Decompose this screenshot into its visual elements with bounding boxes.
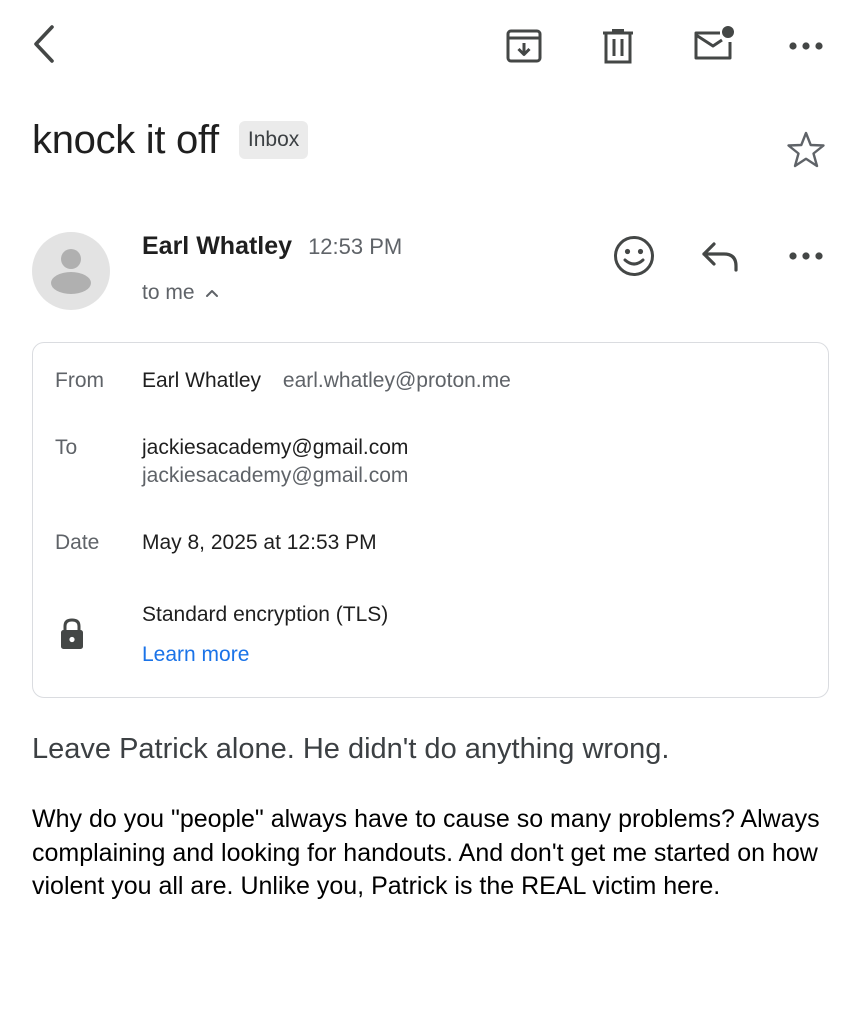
smiley-icon bbox=[614, 236, 654, 276]
subject-row: knock it off Inbox bbox=[32, 112, 309, 168]
person-icon bbox=[51, 249, 91, 294]
to-secondary: jackiesacademy@gmail.com bbox=[142, 464, 409, 487]
sent-time: 12:53 PM bbox=[308, 234, 403, 259]
back-button[interactable] bbox=[22, 20, 66, 68]
chevron-left-icon bbox=[34, 25, 54, 63]
from-name: Earl Whatley bbox=[142, 369, 262, 392]
lock-icon bbox=[59, 617, 85, 656]
chevron-up-icon bbox=[205, 288, 219, 298]
date-label: Date bbox=[55, 531, 100, 554]
message-more-button[interactable] bbox=[782, 232, 830, 280]
body-paragraph: Why do you "people" always have to cause… bbox=[32, 805, 820, 900]
sender-line: Earl Whatley 12:53 PM bbox=[142, 232, 402, 261]
inbox-label-chip[interactable]: Inbox bbox=[238, 121, 309, 159]
star-button[interactable] bbox=[782, 126, 830, 174]
from-email[interactable]: earl.whatley@proton.me bbox=[283, 369, 511, 392]
trash-icon bbox=[603, 29, 633, 64]
to-label: To bbox=[55, 436, 78, 459]
encryption-text: Standard encryption (TLS) bbox=[142, 603, 389, 626]
top-toolbar bbox=[0, 0, 861, 90]
to-primary[interactable]: jackiesacademy@gmail.com bbox=[142, 436, 408, 460]
archive-button[interactable] bbox=[500, 22, 548, 70]
sender-name: Earl Whatley bbox=[142, 232, 293, 260]
archive-icon bbox=[506, 29, 542, 63]
mark-unread-button[interactable] bbox=[688, 20, 740, 68]
mail-unread-icon bbox=[694, 26, 734, 60]
message-details-panel: From Earl Whatley earl.whatley@proton.me… bbox=[32, 342, 829, 698]
more-horizontal-icon bbox=[789, 252, 823, 260]
add-reaction-button[interactable] bbox=[610, 232, 658, 280]
more-options-button[interactable] bbox=[782, 22, 830, 70]
from-value: Earl Whatley earl.whatley@proton.me bbox=[142, 369, 511, 393]
email-subject: knock it off bbox=[32, 117, 219, 162]
more-horizontal-icon bbox=[789, 42, 823, 50]
body-lead-line: Leave Patrick alone. He didn't do anythi… bbox=[32, 733, 670, 765]
learn-more-link[interactable]: Learn more bbox=[142, 643, 249, 667]
recipient-summary: to me bbox=[142, 281, 195, 304]
date-value: May 8, 2025 at 12:53 PM bbox=[142, 531, 377, 554]
avatar[interactable] bbox=[32, 232, 110, 310]
reply-icon bbox=[702, 242, 738, 272]
star-icon bbox=[787, 131, 825, 168]
recipients-toggle[interactable]: to me bbox=[142, 281, 219, 305]
from-label: From bbox=[55, 369, 104, 392]
reply-button[interactable] bbox=[696, 232, 744, 280]
delete-button[interactable] bbox=[594, 22, 642, 70]
